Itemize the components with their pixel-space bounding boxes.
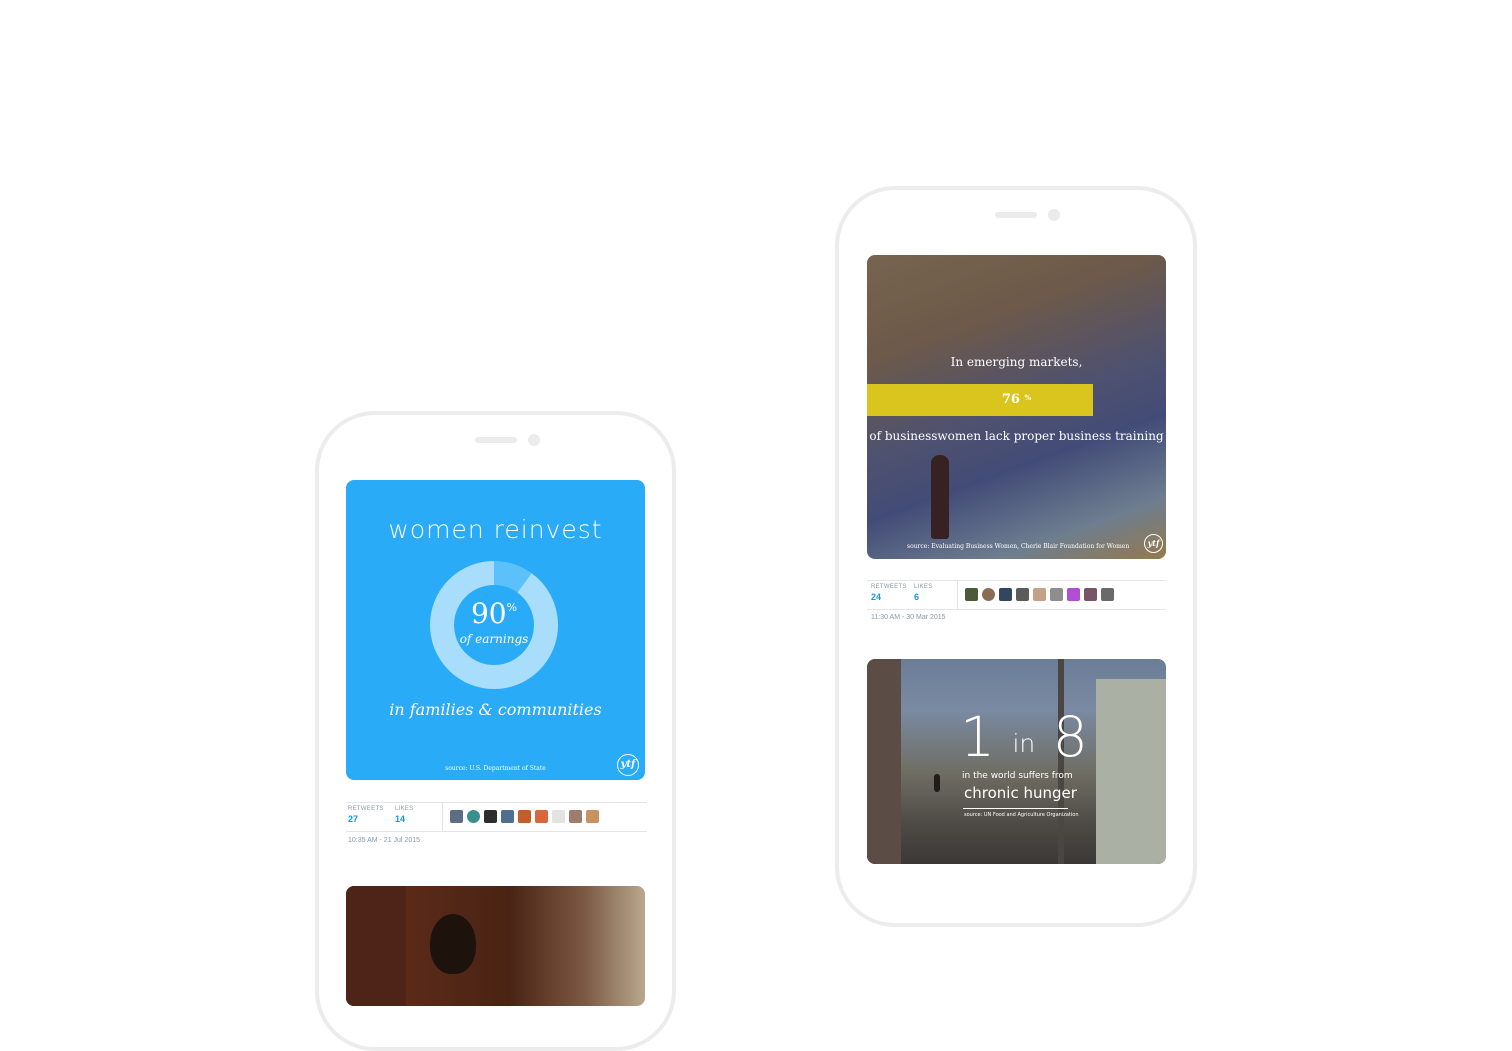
avatar[interactable] [535,810,548,823]
card-line-1: In emerging markets, [950,355,1083,369]
emerging-markets-card[interactable]: In emerging markets, 76 % of businesswom… [867,255,1166,559]
avatar[interactable] [552,810,565,823]
card-subtitle: in families & communities [389,700,602,719]
stats-divider [442,803,443,831]
avatar[interactable] [1084,588,1097,601]
likes-stat[interactable]: LIKES 6 [914,584,933,602]
card-title: women reinvest [388,515,603,544]
likes-count: 14 [395,814,406,824]
phone-speaker [475,437,517,443]
avatar[interactable] [965,588,978,601]
avatar[interactable] [1016,588,1029,601]
photo-wall-left [867,659,901,864]
avatar[interactable] [1101,588,1114,601]
percent-caption: of earnings [459,632,529,646]
card-line-1: in the world suffers from [962,771,1073,781]
avatar[interactable] [569,810,582,823]
photo-person [934,774,940,792]
avatar[interactable] [1033,588,1046,601]
phone-speaker [995,212,1037,218]
avatar[interactable] [1067,588,1080,601]
phone-camera [1048,209,1060,221]
likes-label: LIKES [914,584,933,590]
percent-value: 76 % [867,392,1166,407]
ytf-logo-icon: ytf [617,754,639,776]
tweet-timestamp: 10:35 AM - 21 Jul 2015 [348,837,420,844]
photo-wall-right [1096,679,1166,864]
stats-divider [957,581,958,609]
avatar[interactable] [1050,588,1063,601]
avatar[interactable] [467,810,480,823]
phone-camera [528,434,540,446]
retweets-stat[interactable]: RETWEETS 27 [348,806,384,824]
retweets-count: 27 [348,814,359,824]
percent-number: 90 [470,597,507,630]
avatar[interactable] [586,810,599,823]
avatar[interactable] [999,588,1012,601]
ratio-in: in [1012,729,1036,758]
avatar[interactable] [484,810,497,823]
tweet-timestamp: 11:30 AM - 30 Mar 2015 [871,614,946,621]
avatar[interactable] [518,810,531,823]
percent-sign: % [1024,393,1032,402]
likes-count: 6 [914,592,920,602]
percent-value: 90% [430,597,558,630]
women-reinvest-card[interactable]: women reinvest 90% of earnings in famili… [346,480,645,780]
liker-avatars [450,810,599,823]
percent-sign: % [506,601,518,614]
likes-stat[interactable]: LIKES 14 [395,806,414,824]
photo-door [346,886,406,1006]
chronic-hunger-card[interactable]: 1 in 8 in the world suffers from chronic… [867,659,1166,864]
percent-number: 76 [1001,392,1020,407]
tweet-stats: RETWEETS 27 LIKES 14 [346,802,647,832]
retweets-count: 24 [871,592,882,602]
card-line-2: chronic hunger [964,784,1077,802]
avatar[interactable] [450,810,463,823]
divider-rule [963,808,1068,809]
retweets-label: RETWEETS [871,584,907,590]
ratio-heading: 1 in 8 [960,707,1088,774]
card-source: source: Evaluating Business Women, Cheri… [907,543,1130,550]
photo-person [430,914,476,974]
ytf-logo-icon: ytf [1144,534,1163,553]
ratio-num1: 1 [960,705,995,769]
card-source: source: U.S. Department of State [445,765,546,772]
tweet-stats: RETWEETS 24 LIKES 6 [867,580,1166,610]
retweets-stat[interactable]: RETWEETS 24 [871,584,907,602]
avatar[interactable] [501,810,514,823]
likes-label: LIKES [395,806,414,812]
card-line-2: of businesswomen lack proper business tr… [869,429,1164,443]
retweets-label: RETWEETS [348,806,384,812]
photo-card[interactable] [346,886,645,1006]
liker-avatars [965,588,1114,601]
avatar[interactable] [982,588,995,601]
ratio-num2: 8 [1052,705,1088,769]
card-source: source: UN Food and Agriculture Organiza… [964,812,1079,818]
